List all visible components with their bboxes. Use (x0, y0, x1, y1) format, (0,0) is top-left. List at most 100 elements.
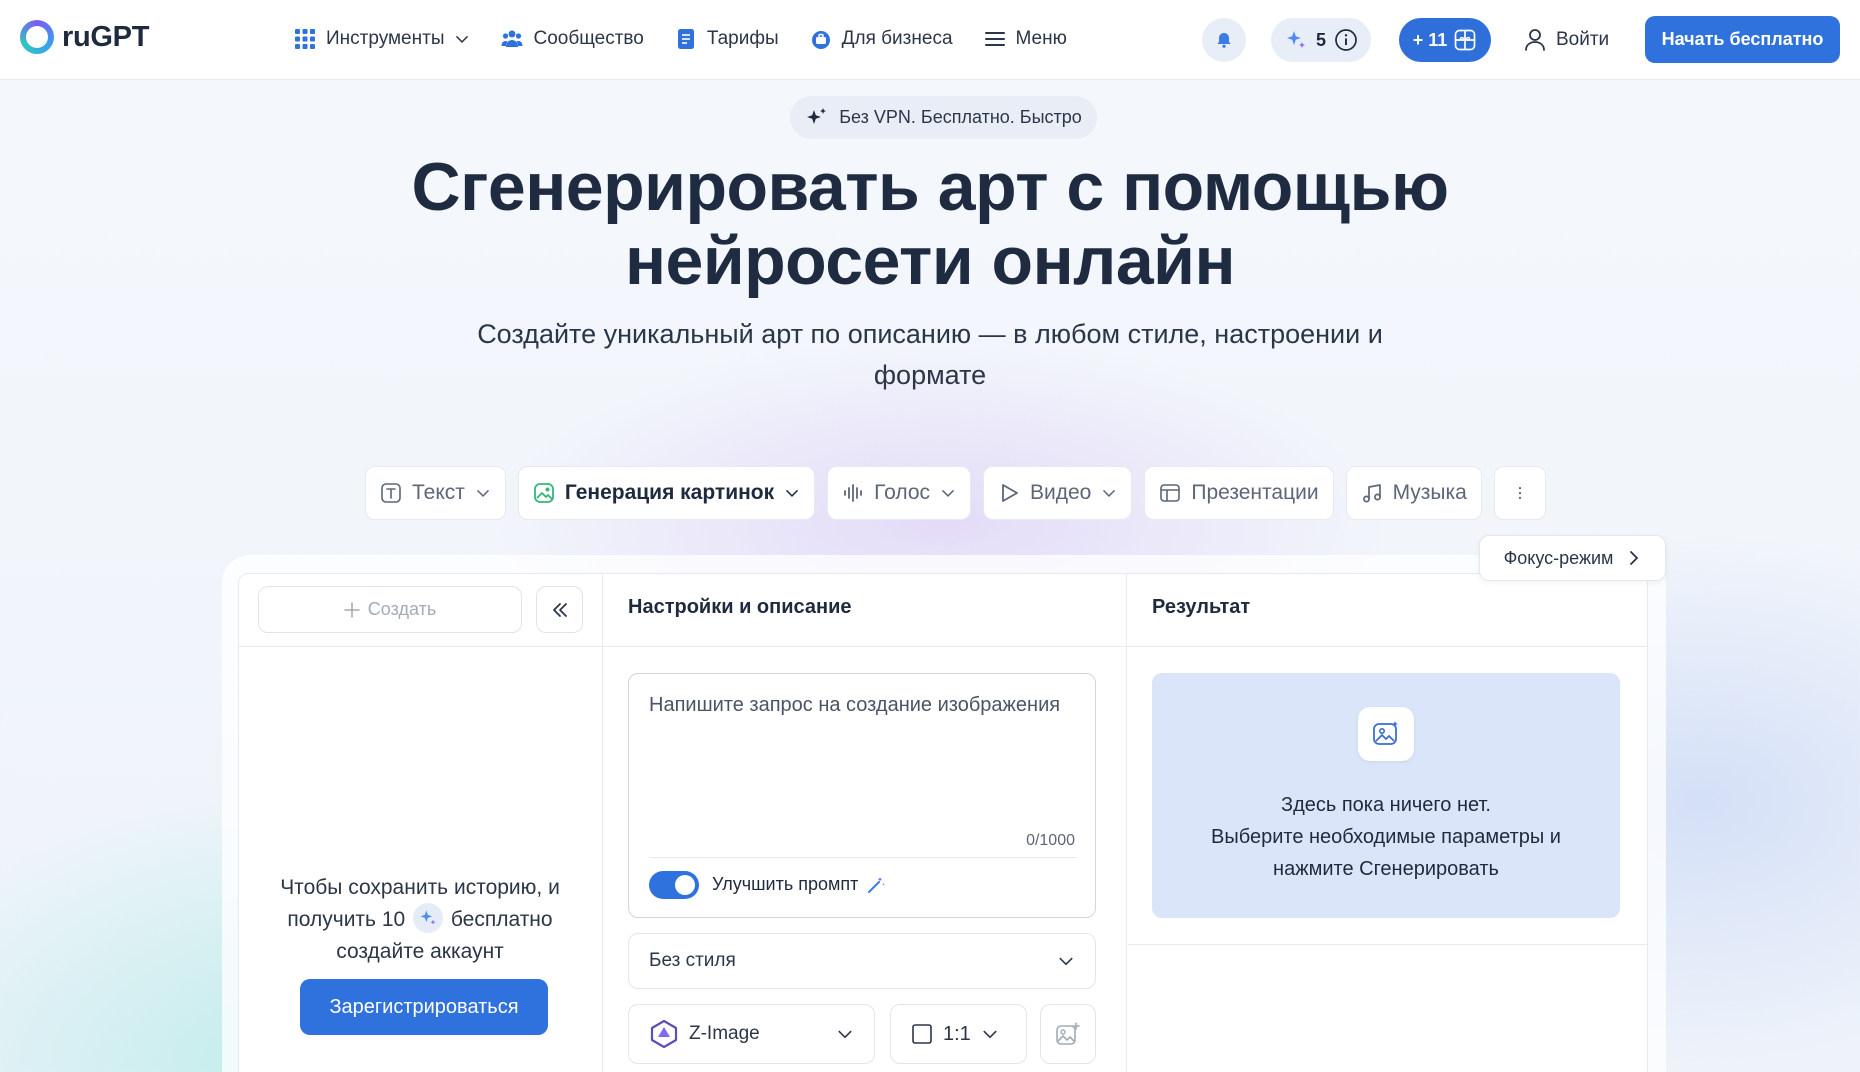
style-select[interactable]: Без стиля (628, 933, 1096, 989)
tab-label: Генерация картинок (564, 481, 775, 504)
improve-prompt-label-group: Улучшить промпт (712, 874, 886, 895)
result-divider (1128, 944, 1647, 945)
improve-prompt-toggle[interactable] (649, 871, 699, 899)
page-subtitle-line: формате (873, 360, 987, 390)
tab-label: Видео (1030, 481, 1092, 504)
text-icon (381, 483, 401, 503)
start-free-button[interactable]: Начать бесплатно (1645, 16, 1840, 63)
magic-wand-icon (868, 876, 886, 893)
add-image-icon (1056, 1022, 1080, 1045)
grid-icon (295, 29, 315, 49)
prompt-box: 0/1000 Улучшить промпт (628, 673, 1096, 918)
video-icon (1002, 484, 1018, 502)
prompt-divider (649, 857, 1077, 858)
model-select-value: Z-Image (689, 1023, 760, 1044)
chevron-down-icon (1059, 957, 1073, 966)
style-select-value: Без стиля (649, 950, 736, 971)
more-tabs-button[interactable] (1493, 466, 1546, 520)
tab-music[interactable]: Музыка (1345, 466, 1482, 520)
chevron-right-icon (1630, 551, 1639, 565)
chevron-down-icon (838, 1030, 852, 1039)
nav-label: Сообщество (533, 28, 644, 49)
bonus-label: + 11 (1412, 29, 1448, 50)
add-reference-image-button[interactable] (1040, 1004, 1096, 1064)
logo-ring-icon (20, 20, 54, 54)
chevron-down-icon (983, 1030, 997, 1039)
login-button[interactable]: Войти (1524, 24, 1609, 56)
chevron-down-icon (1103, 490, 1116, 497)
tab-label: Музыка (1392, 481, 1467, 504)
char-counter: 0/1000 (1026, 832, 1075, 849)
nav-item-pricing[interactable]: Тарифы (675, 24, 779, 54)
voice-icon (844, 484, 863, 502)
page-title-line: нейросети онлайн (624, 223, 1236, 299)
brand-name: ruGPT (62, 20, 150, 53)
more-vertical-icon (1518, 486, 1522, 500)
header-divider (239, 646, 1647, 647)
hamburger-icon (984, 32, 1005, 46)
column-divider (602, 574, 603, 1072)
result-empty-state: Здесь пока ничего нет. Выберите необходи… (1152, 673, 1620, 918)
nav-label: Тарифы (706, 28, 779, 49)
aspect-ratio-select[interactable]: 1:1 (890, 1004, 1027, 1064)
community-icon (501, 30, 523, 47)
focus-mode-button[interactable]: Фокус-режим (1479, 535, 1666, 581)
credits-count: 5 (1315, 29, 1326, 50)
double-chevron-left-icon (552, 602, 567, 617)
register-button[interactable]: Зарегистрироваться (300, 979, 548, 1035)
presentation-icon (1160, 484, 1181, 502)
nav-item-community[interactable]: Сообщество (501, 24, 644, 54)
tab-voice[interactable]: Голос (827, 466, 971, 520)
pricing-icon (677, 29, 694, 49)
generator-card: Создать Чтобы сохранить историю, и получ… (238, 573, 1648, 1072)
nav-label: Инструменты (326, 28, 445, 49)
focus-mode-label: Фокус-режим (1503, 547, 1614, 568)
nav-label: Для бизнеса (841, 28, 953, 49)
user-icon (1525, 29, 1545, 51)
site-header: ruGPT Инструменты Сообщество Тарифы Для … (0, 0, 1860, 80)
collapse-sidebar-button[interactable] (536, 586, 583, 633)
result-empty-text: Здесь пока ничего нет. Выберите необходи… (1152, 789, 1620, 885)
page-title: Сгенерировать арт с помощью нейросети он… (330, 150, 1530, 298)
page-subtitle-line: Создайте уникальный арт по описанию — в … (477, 319, 1383, 349)
page-subtitle: Создайте уникальный арт по описанию — в … (430, 314, 1430, 396)
notifications-button[interactable] (1202, 18, 1246, 62)
nav-item-menu[interactable]: Меню (984, 24, 1067, 54)
tab-label: Текст (412, 481, 465, 504)
nav-label: Меню (1015, 28, 1067, 49)
credits-badge[interactable]: 5 (1271, 18, 1371, 62)
tab-presentations[interactable]: Презентации (1144, 466, 1334, 520)
nav-item-business[interactable]: Для бизнеса (810, 24, 953, 54)
tab-label: Презентации (1191, 481, 1319, 504)
create-button[interactable]: Создать (258, 586, 522, 633)
result-empty-line: Выберите необходимые параметры и (1211, 826, 1561, 848)
mode-tabs: Текст Генерация картинок Голос Видео Пре… (365, 466, 1546, 520)
image-placeholder-icon (1358, 707, 1414, 761)
tab-text[interactable]: Текст (365, 466, 506, 520)
info-icon[interactable] (1334, 28, 1358, 52)
aspect-ratio-value: 1:1 (943, 1022, 971, 1045)
logo[interactable]: ruGPT (20, 20, 149, 54)
tab-label: Голос (874, 481, 930, 504)
sparkle-icon (1286, 31, 1305, 48)
plus-icon (343, 601, 360, 618)
bonus-button[interactable]: + 11 (1399, 18, 1491, 62)
music-icon (1362, 484, 1381, 503)
bell-icon (1217, 33, 1231, 48)
chevron-down-icon (456, 36, 469, 43)
image-gen-icon (533, 483, 554, 503)
result-title: Результат (1152, 596, 1251, 618)
history-note: Чтобы сохранить историю, и получить 10 б… (259, 872, 581, 968)
tab-video[interactable]: Видео (983, 466, 1133, 520)
create-label: Создать (367, 599, 437, 619)
sparkle-icon (807, 107, 827, 124)
result-empty-line: нажмите Сгенерировать (1273, 858, 1499, 880)
square-ratio-icon (912, 1024, 932, 1044)
sparkle-icon (413, 903, 444, 934)
prompt-input[interactable] (649, 694, 1079, 814)
chevron-down-icon (786, 490, 798, 497)
nav-item-tools[interactable]: Инструменты (294, 24, 470, 54)
tab-image-generation[interactable]: Генерация картинок (517, 466, 816, 520)
business-icon (811, 31, 830, 49)
model-select[interactable]: Z-Image (628, 1004, 875, 1064)
